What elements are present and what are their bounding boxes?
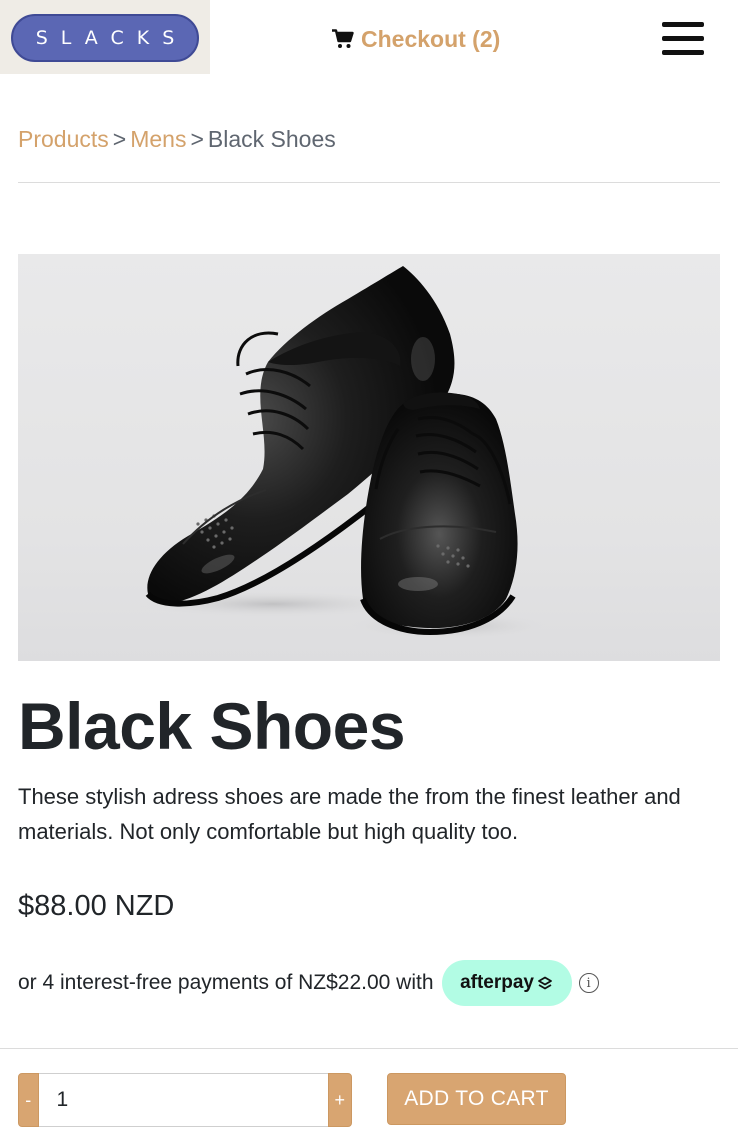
breadcrumb-separator: > bbox=[112, 126, 127, 152]
increase-quantity-button[interactable]: + bbox=[327, 1073, 352, 1127]
add-to-cart-button[interactable]: ADD TO CART bbox=[387, 1073, 566, 1125]
breadcrumb: Products > Mens > Black Shoes bbox=[18, 126, 336, 153]
checkout-link[interactable]: Checkout (2) bbox=[332, 24, 500, 54]
site-header: SLACKS Checkout (2) bbox=[0, 0, 738, 76]
menu-bar bbox=[662, 50, 704, 55]
afterpay-info: or 4 interest-free payments of NZ$22.00 … bbox=[18, 960, 599, 1006]
product-title: Black Shoes bbox=[18, 689, 406, 763]
product-description: These stylish adress shoes are made the … bbox=[18, 784, 681, 844]
checkout-label: Checkout (2) bbox=[361, 25, 501, 52]
divider bbox=[0, 1048, 738, 1049]
hamburger-menu-icon[interactable] bbox=[660, 22, 704, 56]
afterpay-arrows-icon bbox=[538, 976, 552, 990]
quantity-stepper: - + bbox=[18, 1073, 352, 1127]
breadcrumb-separator: > bbox=[190, 126, 204, 152]
product-page: SLACKS Checkout (2) Products > Mens > Black … bbox=[0, 0, 738, 1134]
breadcrumb-current: Black Shoes bbox=[207, 126, 336, 152]
decrease-quantity-button[interactable]: - bbox=[18, 1073, 39, 1127]
shoes-photo bbox=[133, 266, 553, 640]
product-image bbox=[18, 254, 720, 661]
logo-text: SLACKS bbox=[11, 14, 199, 62]
quantity-input[interactable] bbox=[38, 1073, 328, 1127]
afterpay-text: or 4 interest-free payments of NZ$22.00 … bbox=[18, 971, 434, 994]
menu-bar bbox=[662, 36, 704, 41]
menu-bar bbox=[662, 22, 704, 27]
afterpay-badge[interactable]: afterpay bbox=[441, 960, 572, 1006]
breadcrumb-mens[interactable]: Mens bbox=[130, 126, 186, 152]
afterpay-brand: afterpay bbox=[460, 972, 534, 993]
product-price: $88.00 NZD bbox=[18, 890, 175, 922]
shopping-cart-icon bbox=[332, 29, 354, 48]
divider bbox=[18, 182, 720, 183]
breadcrumb-products[interactable]: Products bbox=[18, 126, 109, 152]
logo[interactable]: SLACKS bbox=[0, 0, 210, 74]
info-icon[interactable]: i bbox=[578, 973, 599, 993]
